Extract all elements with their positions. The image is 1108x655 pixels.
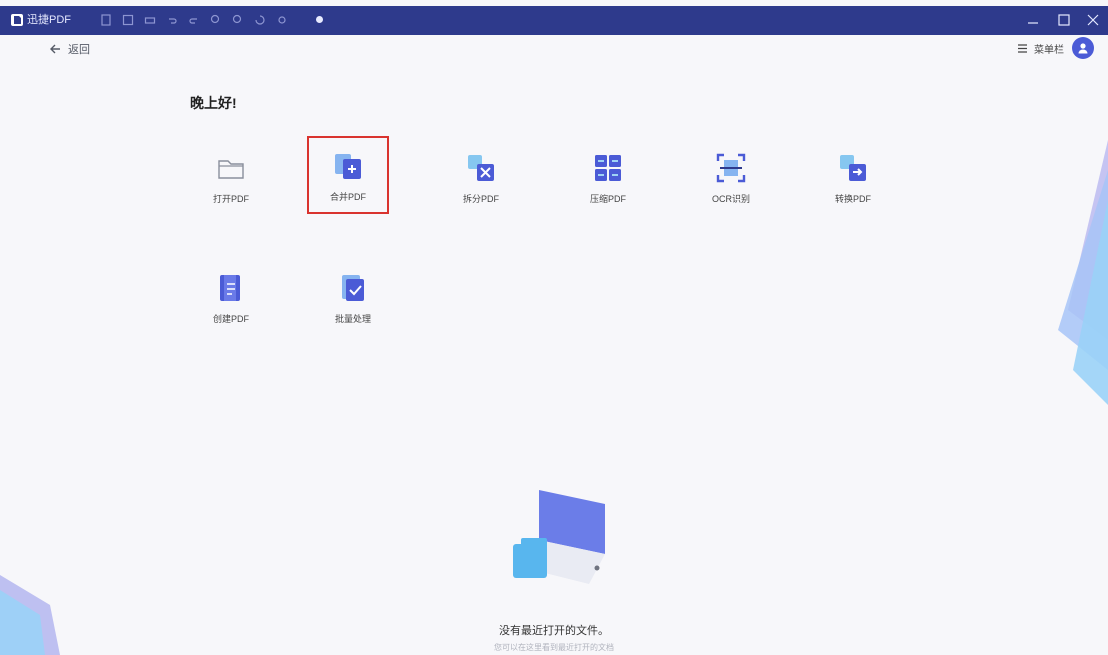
convert-pdf-icon xyxy=(840,155,866,181)
create-pdf-icon xyxy=(220,275,240,301)
tool-ocr[interactable]: OCR识别 xyxy=(690,138,772,216)
menu-label: 菜单栏 xyxy=(1034,44,1064,56)
new-tab-dot-icon[interactable] xyxy=(316,16,323,23)
rotate-icon[interactable] xyxy=(254,14,266,26)
tool-label: 压缩PDF xyxy=(589,194,626,204)
user-avatar-icon xyxy=(1078,43,1088,54)
app-logo-icon xyxy=(11,14,23,26)
tool-label: OCR识别 xyxy=(712,194,750,204)
tool-merge-pdf[interactable]: 合并PDF xyxy=(307,136,389,214)
greeting-heading: 晚上好! xyxy=(190,95,237,111)
print-icon[interactable] xyxy=(144,14,156,26)
compress-pdf-icon xyxy=(595,155,621,181)
batch-process-icon xyxy=(342,275,364,301)
tool-label: 创建PDF xyxy=(212,314,249,324)
minimize-icon[interactable] xyxy=(1022,9,1044,31)
top-right-controls: 菜单栏 xyxy=(1016,36,1094,60)
tool-split-pdf[interactable]: 拆分PDF xyxy=(440,138,522,216)
split-pdf-icon xyxy=(468,155,494,181)
user-avatar[interactable] xyxy=(1072,37,1094,59)
menu-icon xyxy=(1018,43,1027,53)
merge-pdf-icon xyxy=(335,154,361,179)
close-icon[interactable] xyxy=(1082,9,1104,31)
tool-open-pdf[interactable]: 打开PDF xyxy=(190,138,272,216)
tool-compress-pdf[interactable]: 压缩PDF xyxy=(567,138,649,216)
save-icon[interactable] xyxy=(122,14,134,26)
empty-state-hint: 您可以在这里看到最近打开的文档 xyxy=(494,643,614,652)
title-bar: 迅捷PDF xyxy=(0,0,1108,35)
redo-icon[interactable] xyxy=(188,14,200,26)
file-icon[interactable] xyxy=(100,14,112,26)
ocr-scan-icon xyxy=(716,153,746,183)
menu-button[interactable]: 菜单栏 xyxy=(1016,41,1064,56)
zoom-in-icon[interactable] xyxy=(210,14,222,26)
app-title: 迅捷PDF xyxy=(27,14,71,26)
tool-batch-process[interactable]: 批量处理 xyxy=(312,258,394,336)
settings-icon[interactable] xyxy=(276,14,288,26)
zoom-out-icon[interactable] xyxy=(232,14,244,26)
empty-state-text: 没有最近打开的文件。 xyxy=(499,625,609,637)
empty-state-illustration xyxy=(513,490,605,584)
tool-label: 打开PDF xyxy=(212,194,249,204)
tool-convert-pdf[interactable]: 转换PDF xyxy=(812,138,894,216)
maximize-icon[interactable] xyxy=(1053,9,1075,31)
undo-icon[interactable] xyxy=(166,14,178,26)
tool-label: 转换PDF xyxy=(834,194,871,204)
tool-label: 拆分PDF xyxy=(462,194,499,204)
tool-label: 批量处理 xyxy=(334,314,371,324)
decorative-pages-right xyxy=(1058,140,1108,405)
tool-create-pdf[interactable]: 创建PDF xyxy=(190,258,272,336)
back-button[interactable]: 返回 xyxy=(48,40,90,58)
back-label: 返回 xyxy=(68,44,90,56)
tool-label: 合并PDF xyxy=(329,192,366,202)
folder-open-icon xyxy=(218,160,244,179)
arrow-left-icon xyxy=(50,44,60,54)
